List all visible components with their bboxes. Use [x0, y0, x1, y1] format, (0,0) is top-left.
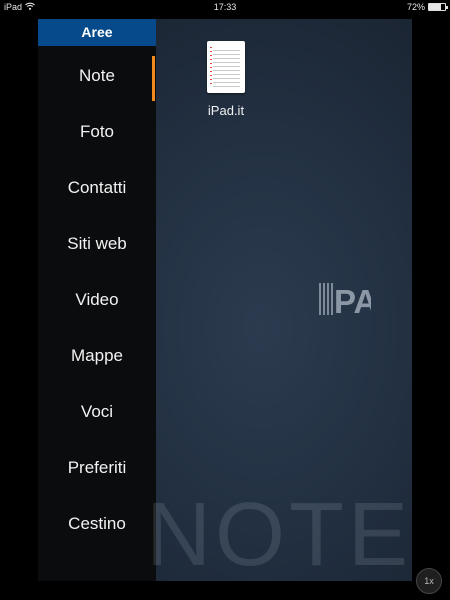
sidebar-item-voci[interactable]: Voci: [38, 384, 156, 440]
battery-fill: [429, 4, 441, 10]
sidebar-item-foto[interactable]: Foto: [38, 104, 156, 160]
sidebar-item-contatti[interactable]: Contatti: [38, 160, 156, 216]
section-watermark: NOTE: [145, 485, 412, 585]
sidebar-item-mappe[interactable]: Mappe: [38, 328, 156, 384]
logo-text: PA: [334, 283, 371, 317]
sidebar-item-cestino[interactable]: Cestino: [38, 496, 156, 552]
sidebar-item-siti-web[interactable]: Siti web: [38, 216, 156, 272]
battery-percent: 72%: [406, 2, 425, 12]
sidebar-item-video[interactable]: Video: [38, 272, 156, 328]
file-area: iPad.it PA NOTE: [146, 19, 412, 585]
zoom-button[interactable]: 1x: [416, 568, 442, 594]
status-time: 17:33: [213, 2, 237, 12]
status-right: 72%: [406, 0, 448, 14]
app-window: Aree Note Foto Contatti Siti web Video M…: [38, 19, 412, 585]
app-logo: PA: [319, 281, 377, 322]
sidebar: Aree Note Foto Contatti Siti web Video M…: [38, 19, 156, 581]
sidebar-list: Note Foto Contatti Siti web Video Mappe …: [38, 48, 156, 552]
document-lines: [213, 47, 240, 87]
battery-icon: [428, 3, 448, 11]
sidebar-header: Aree: [38, 19, 156, 46]
document-margin: [210, 47, 212, 87]
status-bar: iPad 17:33 72%: [0, 0, 450, 14]
file-item[interactable]: iPad.it: [194, 41, 258, 118]
file-name: iPad.it: [207, 103, 245, 118]
sidebar-item-note[interactable]: Note: [38, 48, 156, 104]
sidebar-item-preferiti[interactable]: Preferiti: [38, 440, 156, 496]
document-icon: [207, 41, 245, 93]
